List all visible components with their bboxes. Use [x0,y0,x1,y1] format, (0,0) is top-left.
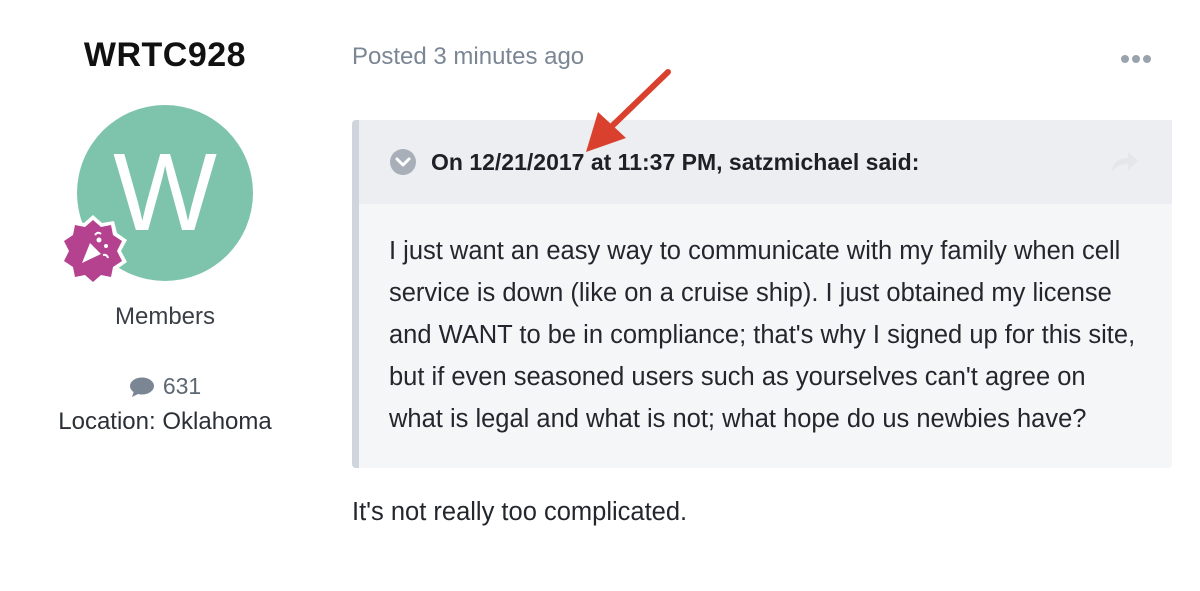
author-location: Location: Oklahoma [58,408,272,435]
member-group: Members [114,303,216,330]
quote-citation[interactable]: On 12/21/2017 at 11:37 PM, satzmichael s… [431,149,919,176]
party-popper-icon[interactable] [55,213,131,289]
quote-block: On 12/21/2017 at 11:37 PM, satzmichael s… [352,120,1172,468]
author-username[interactable]: WRTC928 [40,36,290,75]
author-panel: WRTC928 W Members 631 Location: Oklahoma [40,30,290,436]
quote-header: On 12/21/2017 at 11:37 PM, satzmichael s… [359,120,1172,204]
chevron-down-icon[interactable] [389,148,417,176]
posted-time[interactable]: Posted 3 minutes ago [352,43,584,71]
comment-icon [129,377,154,397]
post-main: Posted 3 minutes ago On 12/21/2017 at 11… [352,30,1172,527]
reply-text: It's not really too complicated. [352,498,688,526]
share-arrow-icon[interactable] [1110,148,1140,176]
ellipsis-icon[interactable] [1120,44,1152,70]
post-meta: Posted 3 minutes ago [352,30,1172,84]
quote-body: I just want an easy way to communicate w… [389,237,1136,433]
post-count[interactable]: 631 [40,373,290,400]
avatar-wrap: W [59,105,253,287]
post-count-value: 631 [162,373,202,399]
